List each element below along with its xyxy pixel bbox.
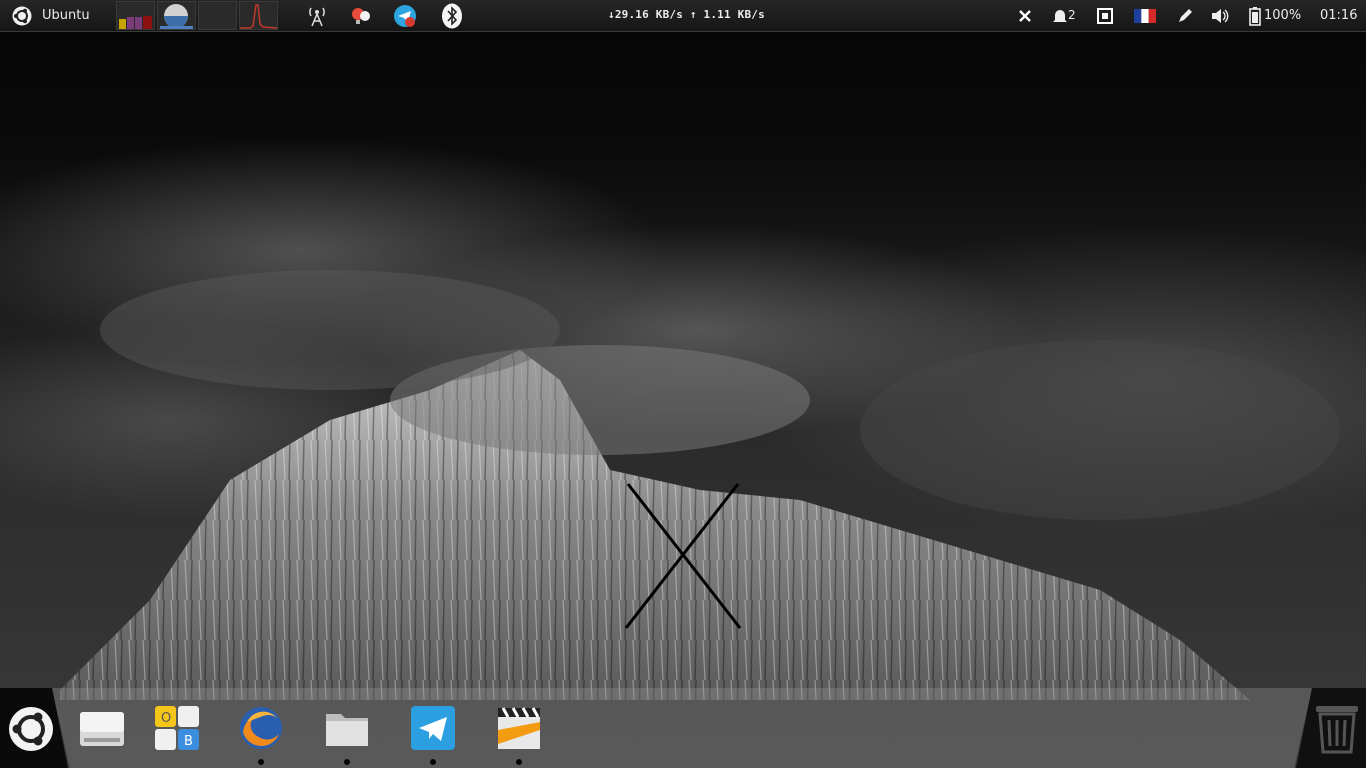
folder-icon — [326, 714, 368, 746]
drive-icon — [80, 712, 124, 746]
close-icon[interactable] — [1013, 4, 1037, 28]
cpu-bars-icon — [119, 16, 152, 29]
files-drive-app[interactable] — [78, 704, 126, 752]
antenna-icon[interactable] — [305, 4, 329, 28]
telegram-tray-icon[interactable] — [393, 4, 417, 28]
network-graph-icon — [240, 4, 278, 29]
ubuntu-logo-icon — [9, 707, 53, 751]
disk-usage-icon — [160, 4, 193, 29]
battery-percentage: 100% — [1264, 8, 1302, 23]
ubuntu-logo-icon — [12, 6, 32, 25]
folder-app[interactable] — [323, 704, 371, 752]
video-player-running-indicator — [516, 759, 522, 765]
ubuntu-menu-label: Ubuntu — [42, 8, 90, 23]
memory-monitor[interactable] — [198, 1, 237, 30]
ubuntu-launcher-button[interactable] — [8, 706, 54, 752]
clapperboard-icon — [498, 707, 540, 749]
svg-text:O: O — [161, 711, 171, 726]
system-load-monitor[interactable] — [116, 1, 155, 30]
telegram-icon — [411, 706, 455, 750]
disk-monitor[interactable] — [157, 1, 196, 30]
keyboard-layout-fr-flag-icon[interactable] — [1133, 4, 1157, 28]
bluetooth-icon[interactable] — [440, 3, 464, 29]
clock[interactable]: 01:16 — [1320, 8, 1357, 23]
folder-running-indicator — [344, 759, 350, 765]
network-speed-indicator: ↓29.16 KB/s ↑ 1.11 KB/s — [608, 8, 765, 21]
trash-icon[interactable] — [1312, 700, 1362, 756]
top-panel: Ubuntu ↓29.16 KB/s ↑ 1.11 KB/s 2 100% 01… — [0, 0, 1366, 32]
svg-text:B: B — [184, 734, 193, 749]
libreoffice-app[interactable]: O B — [153, 704, 201, 752]
ubuntu-menu-button[interactable]: Ubuntu — [0, 0, 110, 31]
weather-icon[interactable] — [349, 4, 373, 28]
firefox-running-indicator — [258, 759, 264, 765]
video-player-app[interactable] — [495, 704, 543, 752]
telegram-app[interactable] — [409, 704, 457, 752]
libreoffice-icon: O B — [155, 706, 199, 750]
screenshot-icon[interactable] — [1093, 4, 1117, 28]
network-graph-monitor[interactable] — [239, 1, 278, 30]
firefox-icon — [240, 707, 282, 749]
desktop-wallpaper — [0, 0, 1366, 768]
pen-icon[interactable] — [1173, 4, 1197, 28]
notification-count: 2 — [1068, 8, 1076, 22]
telegram-running-indicator — [430, 759, 436, 765]
volume-icon[interactable] — [1208, 4, 1232, 28]
firefox-app[interactable] — [237, 704, 285, 752]
